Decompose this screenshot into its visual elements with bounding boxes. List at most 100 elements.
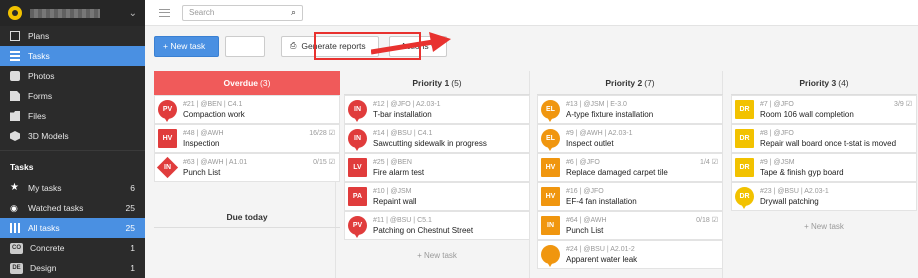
task-card[interactable]: PV #11 | @BSU | C5.1 Patching on Chestnut …: [344, 211, 530, 240]
filter-count: 25: [125, 203, 135, 213]
sidebar-item-forms[interactable]: Forms: [0, 86, 145, 106]
task-marker: EL: [541, 100, 560, 122]
sidebar-item-plans[interactable]: Plans: [0, 26, 145, 46]
column-header: Overdue (3): [154, 71, 340, 95]
due-today-header: Due today: [154, 206, 340, 228]
task-marker: DR: [735, 100, 754, 119]
filter-label: Concrete: [30, 243, 65, 253]
checklist-progress: 1/4 ☑: [700, 159, 718, 166]
search-icon[interactable]: ⌕: [291, 7, 296, 18]
filter-label: All tasks: [28, 223, 60, 233]
app-logo-icon: [8, 6, 22, 20]
task-card[interactable]: HV #48 | @AWH Inspection 16/28 ☑: [154, 124, 340, 153]
task-meta: #48 | @AWH: [183, 129, 224, 137]
task-title: Compaction work: [183, 109, 245, 119]
task-marker: DR: [735, 129, 754, 148]
sidebar-item-3d-models[interactable]: 3D Models: [0, 126, 145, 146]
task-card[interactable]: DR #7 | @JFO Room 106 wall completion 3/9 ☑: [731, 95, 917, 124]
checklist-progress: 0/15 ☑: [313, 159, 335, 166]
search-placeholder: Search: [189, 8, 215, 17]
checklist-progress: 0/18 ☑: [696, 217, 718, 224]
search-input[interactable]: Search ⌕: [182, 4, 303, 21]
task-title: Inspection: [183, 138, 220, 148]
printer-icon: ⎙: [290, 41, 297, 50]
sidebar-filter-watched-tasks[interactable]: ◉ Watched tasks 25: [0, 198, 145, 218]
task-title: Repaint wall: [373, 196, 417, 206]
column-title: Priority 1: [412, 77, 450, 88]
task-meta: #21 | @BEN | C4.1: [183, 100, 243, 108]
eye-icon: ◉: [10, 203, 18, 213]
task-title: Fire alarm test: [373, 167, 425, 177]
task-title: Punch List: [183, 167, 221, 177]
column-title: Priority 3: [799, 77, 837, 88]
task-card[interactable]: DR #8 | @JFO Repair wall board once t-stat…: [731, 124, 917, 153]
task-title: EF-4 fan installation: [566, 196, 637, 206]
new-task-link[interactable]: + New task: [344, 244, 530, 266]
task-card[interactable]: PA #10 | @JSM Repaint wall: [344, 182, 530, 211]
task-marker: DR: [735, 187, 754, 209]
task-card[interactable]: DR #9 | @JSM Tape & finish gyp board: [731, 153, 917, 182]
task-meta: #24 | @BSU | A2.01-2: [566, 245, 635, 253]
task-meta: #25 | @BEN: [373, 158, 412, 166]
filter-label: Design: [30, 263, 57, 273]
tasks-icon: [10, 51, 20, 61]
task-card[interactable]: DR #23 | @BSU | A2.03-1 Drywall patching: [731, 182, 917, 211]
task-marker: IN: [348, 129, 367, 151]
column-count: (5): [451, 77, 462, 88]
sidebar-item-files[interactable]: Files: [0, 106, 145, 126]
task-card[interactable]: HV #16 | @JFO EF-4 fan installation: [537, 182, 723, 211]
task-marker: PA: [348, 187, 367, 206]
checklist-progress: 3/9 ☑: [894, 101, 912, 108]
task-title: Replace damaged carpet tile: [566, 167, 668, 177]
task-marker: LV: [348, 158, 367, 177]
sidebar-item-tasks[interactable]: Tasks: [0, 46, 145, 66]
filter-count: 25: [125, 223, 135, 233]
sidebar-item-label: Tasks: [28, 51, 50, 61]
sidebar-filter-design[interactable]: DE Design 1: [0, 258, 145, 278]
project-name-blurred: [30, 8, 100, 18]
sidebar-item-label: Files: [28, 111, 46, 121]
camera-icon: [10, 71, 20, 81]
column-count: (7): [644, 77, 655, 88]
task-title: Sawcutting sidewalk in progress: [373, 138, 487, 148]
task-card[interactable]: IN #14 | @BSU | C4.1 Sawcutting sidewalk i…: [344, 124, 530, 153]
task-card[interactable]: IN #63 | @AWH | A1.01 Punch List 0/15 ☑: [154, 153, 340, 182]
sidebar-item-label: Forms: [28, 91, 53, 101]
toolbar-button[interactable]: [225, 35, 265, 57]
task-meta: #9 | @AWH | A2.03-1: [566, 129, 633, 137]
sidebar: ⌄ Plans Tasks Photos Forms Files 3D Mode…: [0, 0, 145, 278]
task-card[interactable]: IN #64 | @AWH Punch List 0/18 ☑: [537, 211, 723, 240]
task-marker: PV: [158, 100, 177, 122]
filter-count: 1: [130, 243, 135, 253]
sidebar-item-photos[interactable]: Photos: [0, 66, 145, 86]
task-title: Drywall patching: [760, 196, 819, 206]
task-card[interactable]: PV #21 | @BEN | C4.1 Compaction work: [154, 95, 340, 124]
filter-label: Watched tasks: [28, 203, 84, 213]
task-meta: #11 | @BSU | C5.1: [373, 216, 432, 224]
hamburger-menu-icon[interactable]: [159, 8, 170, 17]
task-card[interactable]: EL #9 | @AWH | A2.03-1 Inspect outlet: [537, 124, 723, 153]
task-meta: #64 | @AWH: [566, 216, 607, 224]
task-card[interactable]: LV #25 | @BEN Fire alarm test: [344, 153, 530, 182]
filter-label: My tasks: [28, 183, 62, 193]
sidebar-filter-my-tasks[interactable]: ★ My tasks 6: [0, 178, 145, 198]
sidebar-section-title: Tasks: [0, 150, 145, 178]
task-marker: IN: [348, 100, 367, 122]
sidebar-item-label: Photos: [28, 71, 55, 81]
task-card[interactable]: HV #6 | @JFO Replace damaged carpet tile 1/…: [537, 153, 723, 182]
folder-icon: [10, 111, 20, 121]
task-title: Repair wall board once t-stat is moved: [760, 138, 897, 148]
sidebar-filter-all-tasks[interactable]: All tasks 25: [0, 218, 145, 238]
new-task-link[interactable]: + New task: [731, 215, 917, 237]
task-card[interactable]: EL #13 | @JSM | E-3.0 A-type fixture insta…: [537, 95, 723, 124]
task-title: Tape & finish gyp board: [760, 167, 844, 177]
task-card[interactable]: IN #12 | @JFO | A2.03-1 T-bar installation: [344, 95, 530, 124]
task-meta: #23 | @BSU | A2.03-1: [760, 187, 829, 195]
task-meta: #13 | @JSM | E-3.0: [566, 100, 627, 108]
task-meta: #8 | @JFO: [760, 129, 794, 137]
task-card[interactable]: #24 | @BSU | A2.01-2 Apparent water leak: [537, 240, 723, 269]
new-task-button[interactable]: + New task: [154, 35, 219, 57]
project-switcher[interactable]: ⌄: [0, 0, 145, 26]
sidebar-filter-concrete[interactable]: CO Concrete 1: [0, 238, 145, 258]
chevron-down-icon[interactable]: ⌄: [129, 8, 137, 19]
